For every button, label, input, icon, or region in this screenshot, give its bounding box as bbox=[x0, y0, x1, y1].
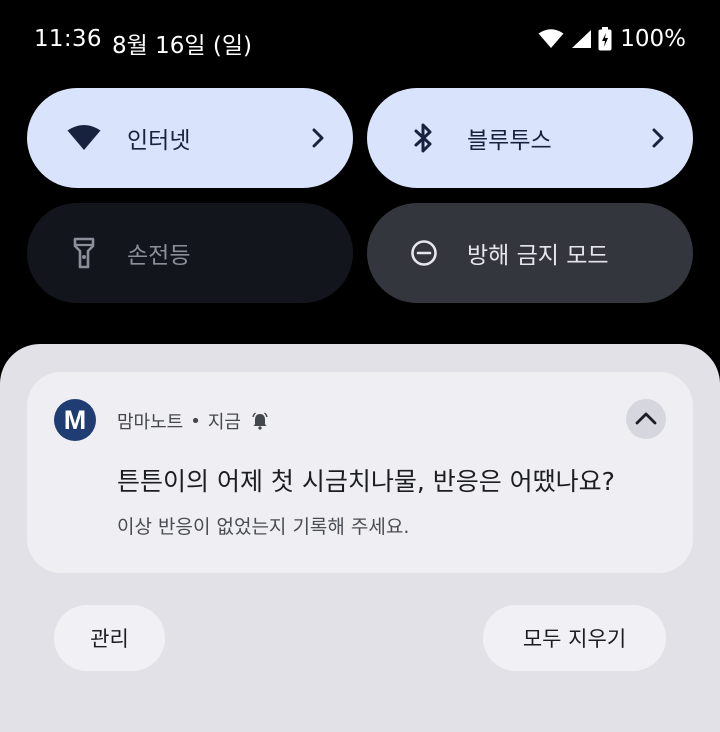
wifi-icon bbox=[67, 121, 101, 155]
tile-bluetooth-label: 블루투스 bbox=[467, 128, 552, 154]
tile-internet[interactable]: 인터넷 bbox=[27, 88, 353, 188]
tile-flashlight[interactable]: 손전등 bbox=[27, 203, 353, 303]
cellular-signal-icon bbox=[570, 29, 592, 49]
tile-do-not-disturb[interactable]: 방해 금지 모드 bbox=[367, 203, 693, 303]
clear-all-button[interactable]: 모두 지우기 bbox=[483, 605, 666, 671]
wifi-icon bbox=[538, 29, 564, 49]
chevron-right-icon[interactable] bbox=[651, 128, 665, 148]
notification-time: 지금 bbox=[207, 412, 241, 433]
chevron-right-icon[interactable] bbox=[311, 128, 325, 148]
notification-title: 튼튼이의 어제 첫 시금치나물, 반응은 어땠나요? bbox=[117, 467, 615, 496]
notification-body: 이상 반응이 없었는지 기록해 주세요. bbox=[117, 516, 410, 538]
tile-flashlight-label: 손전등 bbox=[127, 243, 191, 269]
manage-button[interactable]: 관리 bbox=[54, 605, 165, 671]
bluetooth-icon bbox=[407, 121, 441, 155]
do-not-disturb-icon bbox=[407, 236, 441, 270]
tile-internet-label: 인터넷 bbox=[127, 128, 191, 154]
status-bar: 11:36 8월 16일 (일) 100% bbox=[0, 0, 720, 80]
flashlight-icon bbox=[67, 236, 101, 270]
battery-charging-icon bbox=[598, 27, 612, 51]
status-icons: 100% bbox=[538, 26, 686, 52]
notification-header: 맘마노트 • 지금 bbox=[117, 408, 269, 434]
collapse-button[interactable] bbox=[626, 399, 666, 439]
status-time: 11:36 bbox=[34, 26, 102, 52]
header-separator: • bbox=[190, 410, 201, 432]
notification-card[interactable]: M 맘마노트 • 지금 튼튼이의 어제 첫 시금치나물, 반응은 어땠나요? 이… bbox=[27, 372, 693, 573]
battery-percent: 100% bbox=[620, 26, 686, 52]
tile-do-not-disturb-label: 방해 금지 모드 bbox=[467, 243, 609, 269]
bell-icon bbox=[251, 412, 269, 430]
chevron-up-icon bbox=[635, 410, 657, 429]
app-icon: M bbox=[54, 399, 96, 441]
notification-shade-screen: 11:36 8월 16일 (일) 100% 인터넷 블루투스 손전등 방해 금지… bbox=[0, 0, 720, 732]
app-name: 맘마노트 bbox=[117, 412, 184, 433]
tile-bluetooth[interactable]: 블루투스 bbox=[367, 88, 693, 188]
status-date: 8월 16일 (일) bbox=[112, 33, 252, 59]
